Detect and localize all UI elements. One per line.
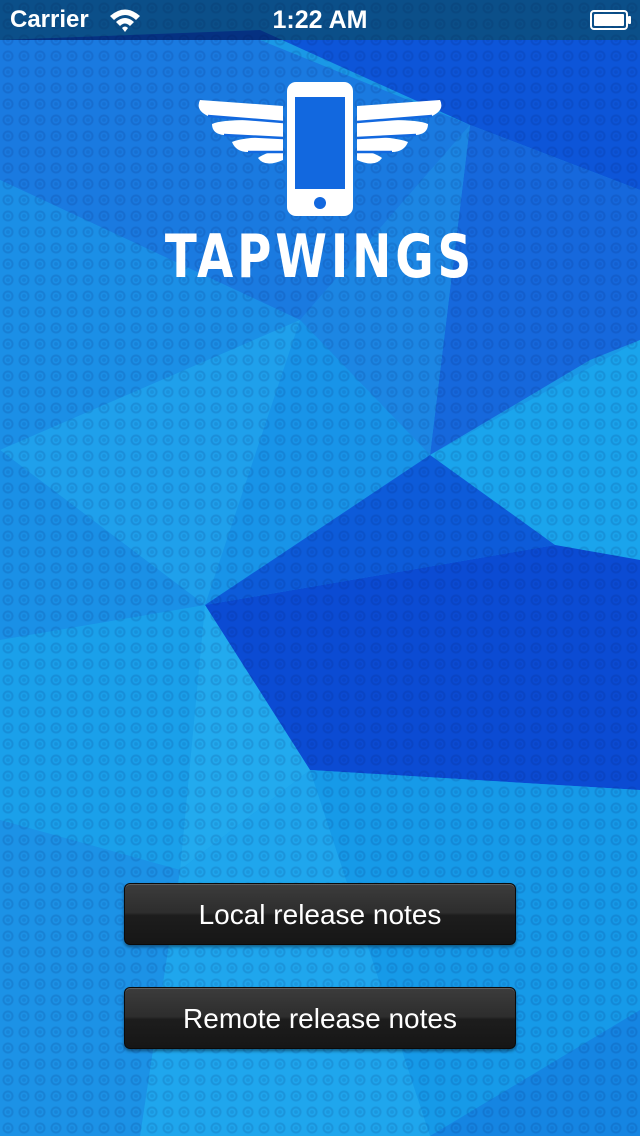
app-screen: Carrier 1:22 AM TAPWINGS Local release n… xyxy=(0,0,640,1136)
brand-name: TAPWINGS xyxy=(164,222,476,292)
battery-icon xyxy=(590,10,631,30)
status-time: 1:22 AM xyxy=(272,6,368,34)
local-release-notes-button[interactable]: Local release notes xyxy=(124,883,516,945)
winged-phone-logo xyxy=(198,82,442,216)
remote-release-notes-button[interactable]: Remote release notes xyxy=(124,987,516,1049)
status-bar: Carrier 1:22 AM xyxy=(0,0,640,40)
